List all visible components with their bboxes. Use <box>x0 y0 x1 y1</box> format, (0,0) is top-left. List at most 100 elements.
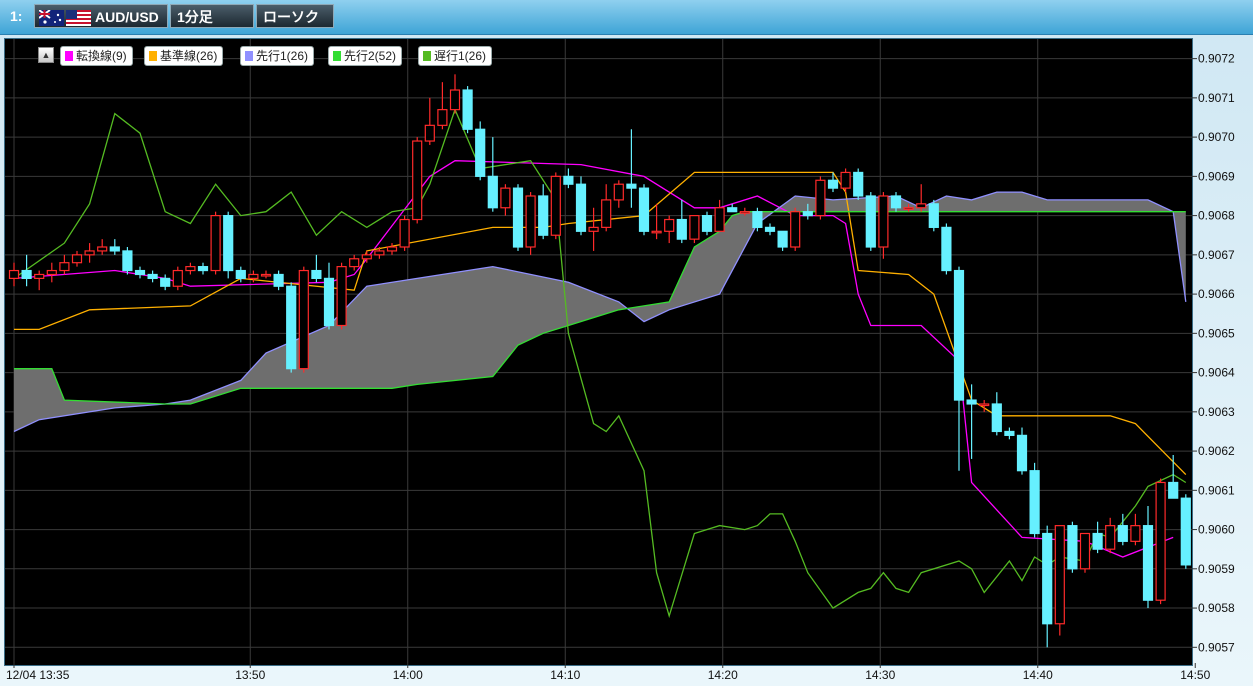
legend-item-1[interactable]: 転換線(9) <box>60 46 133 66</box>
candle <box>840 168 851 193</box>
x-tick-label: 14:50 <box>1180 668 1210 682</box>
x-tick-label: 13:50 <box>235 668 265 682</box>
price-chart[interactable]: 0.9072 0.9071 0.9070 0.9069 0.9068 0.9067 0.90… <box>0 0 1253 686</box>
y-tick-label: 0.9066 <box>1198 287 1235 301</box>
candle <box>412 137 423 224</box>
candle <box>1016 427 1028 475</box>
legend-label: 転換線(9) <box>76 49 127 63</box>
indicator-line-5 <box>13 107 1187 619</box>
candle <box>71 250 83 267</box>
y-tick-label: 0.9062 <box>1198 444 1235 458</box>
candle <box>575 176 587 236</box>
candle <box>336 262 347 330</box>
legend-swatch <box>333 51 341 61</box>
candle <box>134 266 146 279</box>
ichimoku-cloud <box>14 192 1186 432</box>
candle <box>764 223 776 236</box>
x-tick-label: 14:30 <box>865 668 895 682</box>
legend-label: 先行1(26) <box>256 49 309 63</box>
candle <box>525 192 536 255</box>
candle <box>752 207 763 232</box>
y-tick-label: 0.9072 <box>1198 52 1235 66</box>
x-tick-label: 14:00 <box>393 668 423 682</box>
candle <box>21 254 32 287</box>
candle <box>1079 532 1091 573</box>
legend-label: 基準線(26) <box>160 49 218 63</box>
legend-label: 先行2(52) <box>344 49 397 63</box>
chart-window: 1: AUD/USD 1分足 ローソク 0.9072 0.9071 0.9070 0.… <box>0 0 1253 686</box>
candle <box>865 192 876 251</box>
candle <box>512 184 524 251</box>
candle <box>185 262 196 275</box>
candle <box>689 215 700 244</box>
candle <box>1180 494 1191 569</box>
plot-area <box>5 39 1253 663</box>
candle <box>147 270 158 283</box>
candle <box>487 137 498 212</box>
indicator-line-2 <box>14 171 1187 476</box>
candle <box>210 211 221 275</box>
candle <box>122 247 133 275</box>
legend-toggle-button[interactable]: ▲ <box>38 47 54 63</box>
candle <box>160 274 171 291</box>
y-tick-label: 0.9058 <box>1198 601 1235 615</box>
candle <box>462 86 473 134</box>
y-tick-label: 0.9059 <box>1198 562 1235 576</box>
y-tick-label: 0.9057 <box>1198 640 1235 654</box>
candle <box>298 266 309 373</box>
y-tick-label: 0.9067 <box>1198 248 1235 262</box>
candle <box>260 270 272 279</box>
candle <box>626 129 637 208</box>
candle <box>928 199 939 232</box>
candle <box>172 266 183 291</box>
y-tick-label: 0.9061 <box>1198 483 1235 497</box>
candle <box>701 211 713 236</box>
y-tick-label: 0.9070 <box>1198 130 1235 144</box>
legend-swatch <box>423 51 431 61</box>
legend-item-4[interactable]: 先行2(52) <box>328 46 403 66</box>
candle <box>613 180 624 208</box>
candle <box>1105 517 1116 554</box>
candle <box>638 184 650 236</box>
x-tick-label: 14:10 <box>550 668 580 682</box>
candle <box>8 262 20 287</box>
candle <box>676 199 687 244</box>
candle <box>500 184 511 216</box>
candle <box>34 270 45 291</box>
candle <box>664 215 675 244</box>
candle <box>953 266 965 471</box>
legend-item-2[interactable]: 基準線(26) <box>144 46 224 66</box>
candle <box>1244 569 1253 593</box>
legend-swatch <box>245 51 253 61</box>
candle <box>941 223 952 275</box>
candle <box>475 121 486 181</box>
y-tick-label: 0.9060 <box>1198 523 1235 537</box>
candle <box>286 282 297 373</box>
legend-item-3[interactable]: 先行1(26) <box>240 46 315 66</box>
y-tick-label: 0.9064 <box>1198 366 1235 380</box>
candle <box>59 254 70 275</box>
triangle-up-icon: ▲ <box>41 50 51 60</box>
candle <box>601 184 612 232</box>
legend-item-5[interactable]: 遅行1(26) <box>418 46 493 66</box>
candle <box>323 262 335 330</box>
x-tick-label: 14:40 <box>1023 668 1053 682</box>
y-tick-label: 0.9069 <box>1198 169 1235 183</box>
candle <box>311 254 322 283</box>
candle <box>916 184 927 212</box>
y-tick-label: 0.9068 <box>1198 209 1235 223</box>
candle <box>777 230 788 251</box>
legend-swatch <box>65 51 73 61</box>
y-tick-label: 0.9065 <box>1198 326 1235 340</box>
candle <box>424 97 435 145</box>
y-tick-label: 0.9063 <box>1198 405 1235 419</box>
candle <box>550 172 561 240</box>
candle <box>1004 427 1015 440</box>
candle <box>386 243 398 255</box>
candle <box>815 176 826 220</box>
legend-label: 遅行1(26) <box>434 49 487 63</box>
candle <box>538 184 549 240</box>
candle <box>651 203 662 240</box>
legend-swatch <box>149 51 157 61</box>
candle <box>1092 521 1103 554</box>
